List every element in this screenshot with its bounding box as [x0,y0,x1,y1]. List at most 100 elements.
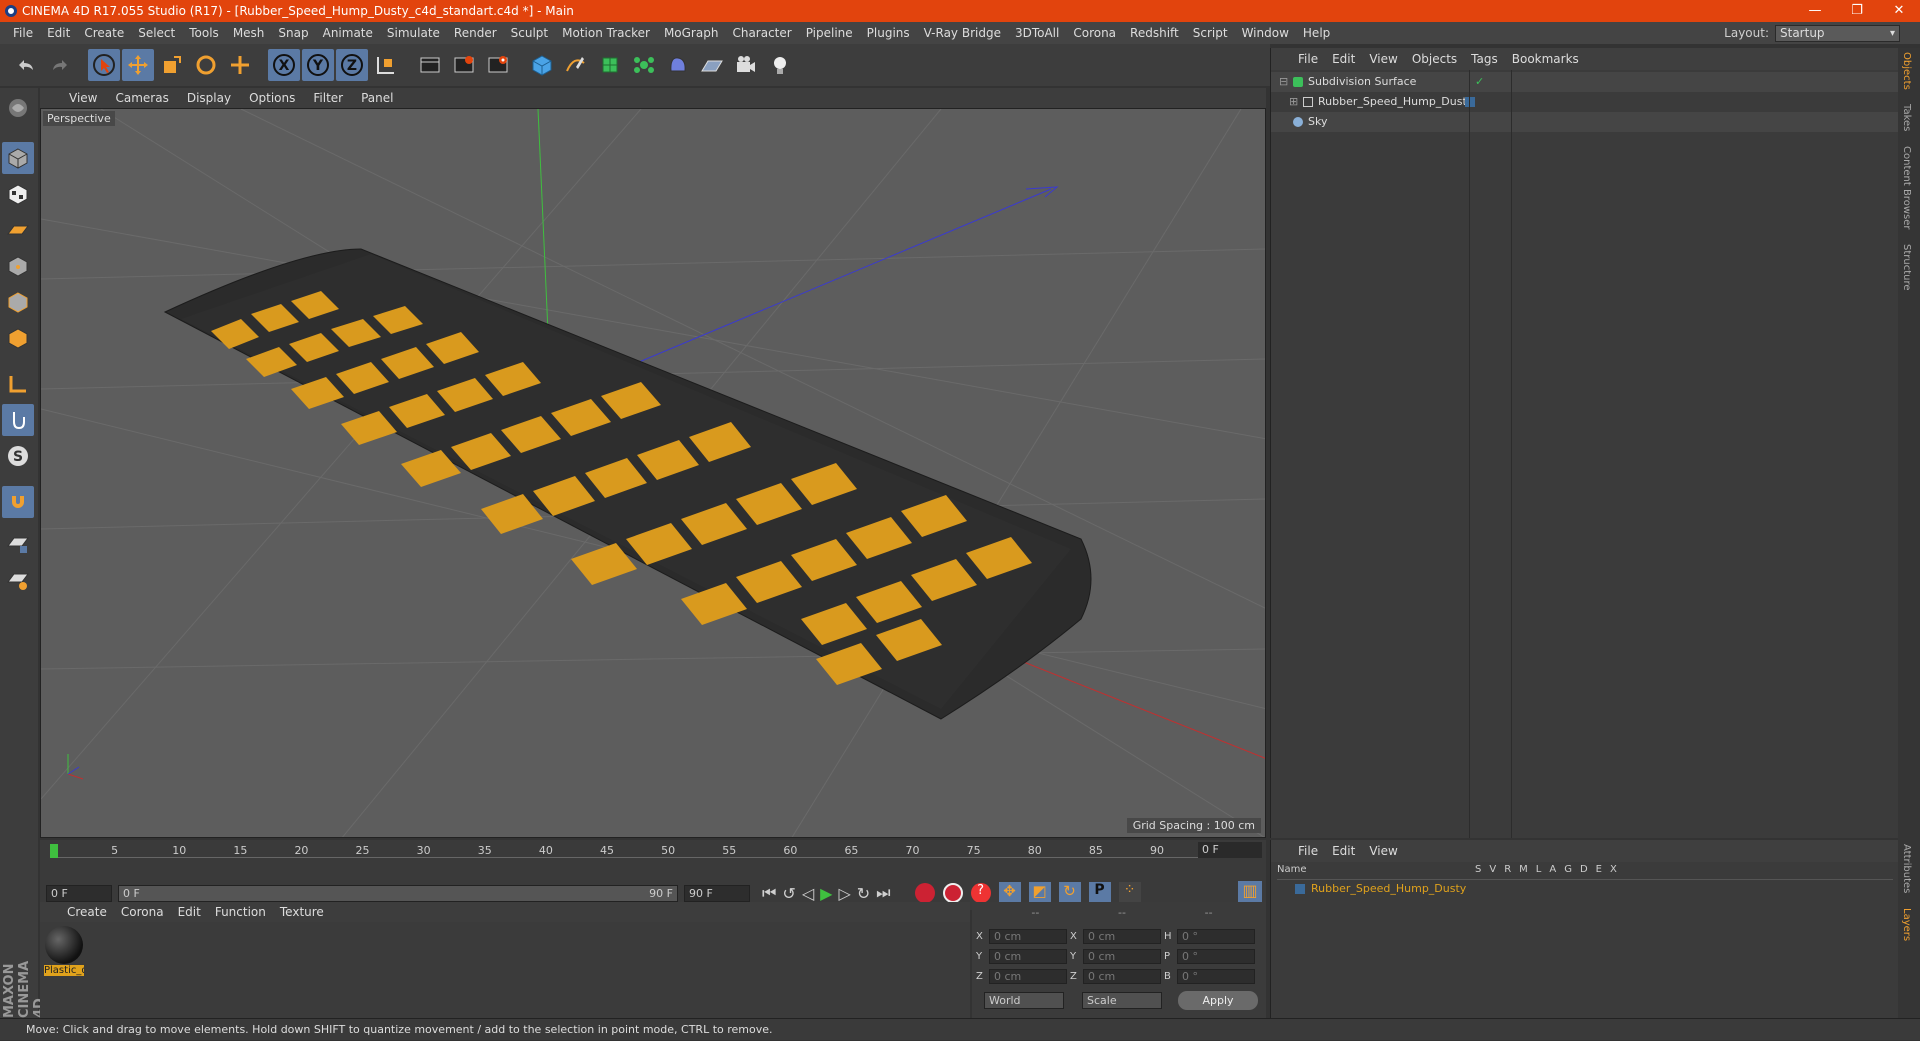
object-menu-bookmarks[interactable]: Bookmarks [1505,52,1586,66]
material-menu-function[interactable]: Function [208,905,273,919]
render-settings-button[interactable] [482,49,514,81]
menu-item-corona[interactable]: Corona [1066,26,1123,40]
tab-takes[interactable]: Takes [1901,104,1912,131]
live-selection-button[interactable] [88,49,120,81]
layer-menu-edit[interactable]: Edit [1325,844,1362,858]
coord-value-field[interactable]: 0 ° [1177,968,1255,984]
material-menu-texture[interactable]: Texture [273,905,331,919]
current-frame-field[interactable]: 0 F [1198,842,1262,858]
layout-dropdown[interactable]: Startup [1775,24,1900,42]
coord-value-field[interactable]: 0 cm [989,928,1067,944]
menu-item-simulate[interactable]: Simulate [380,26,447,40]
key-rotation-icon[interactable]: ↻ [1058,882,1081,904]
viewport-menu-panel[interactable]: Panel [352,91,402,105]
workplane-mode-button[interactable] [2,214,34,246]
minimize-button[interactable]: — [1800,0,1830,22]
tab-content-browser[interactable]: Content Browser [1901,146,1912,229]
redo-button[interactable] [44,49,76,81]
layer-col-s[interactable]: S [1475,864,1481,875]
undo-button[interactable] [10,49,42,81]
coord-value-field[interactable]: 0 cm [1083,948,1161,964]
keyframe-selection-icon[interactable]: ? [970,883,991,903]
model-mode-button[interactable] [2,142,34,174]
material-menu-corona[interactable]: Corona [114,905,171,919]
layer-col-e[interactable]: E [1596,864,1602,875]
key-parameter-icon[interactable]: P [1088,882,1111,904]
snap-button[interactable]: S [2,440,34,472]
rotate-tool-button[interactable] [190,49,222,81]
coord-value-field[interactable]: 0 cm [989,948,1067,964]
record-icon[interactable] [914,883,935,903]
make-editable-button[interactable] [2,92,34,124]
go-to-start-icon[interactable]: ⏮ [762,883,776,903]
layer-col-v[interactable]: V [1489,864,1496,875]
timeline[interactable]: 051015202530354045505560657075808590 0 F [40,840,1266,876]
previous-frame-icon[interactable]: ◁ [802,884,814,903]
object-menu-tags[interactable]: Tags [1464,52,1505,66]
axis-mode-button[interactable] [2,368,34,400]
menu-item-create[interactable]: Create [77,26,131,40]
points-mode-button[interactable] [2,250,34,282]
tab-layers[interactable]: Layers [1901,908,1912,941]
menu-item-tools[interactable]: Tools [182,26,226,40]
camera-button[interactable] [730,49,762,81]
y-axis-lock-button[interactable]: Y [302,49,334,81]
viewport-menu-view[interactable]: View [60,91,106,105]
material-menu-edit[interactable]: Edit [171,905,208,919]
object-menu-objects[interactable]: Objects [1405,52,1464,66]
locked-workplane-button[interactable] [2,528,34,560]
scale-tool-button[interactable] [156,49,188,81]
object-menu-view[interactable]: View [1362,52,1404,66]
viewport-menu-filter[interactable]: Filter [304,91,352,105]
previous-keyframe-icon[interactable]: ↺ [782,884,795,903]
layer-menu-file[interactable]: File [1291,844,1325,858]
menu-item-help[interactable]: Help [1296,26,1337,40]
menu-item-pipeline[interactable]: Pipeline [799,26,860,40]
z-axis-lock-button[interactable]: Z [336,49,368,81]
render-picture-viewer-button[interactable] [448,49,480,81]
layer-col-a[interactable]: A [1549,864,1556,875]
menu-item-select[interactable]: Select [131,26,182,40]
key-position-icon[interactable]: ✥ [998,882,1021,904]
menu-item-plugins[interactable]: Plugins [860,26,917,40]
last-tool-button[interactable] [224,49,256,81]
layer-col-g[interactable]: G [1564,864,1572,875]
menu-item-window[interactable]: Window [1235,26,1296,40]
coord-value-field[interactable]: 0 cm [1083,928,1161,944]
tweak-mode-button[interactable] [2,404,34,436]
coordinate-system-button[interactable] [370,49,402,81]
object-row-hump[interactable]: ⊞ Rubber_Speed_Hump_Dusty [1271,92,1899,112]
move-tool-button[interactable] [122,49,154,81]
menu-item-render[interactable]: Render [447,26,504,40]
viewport-menu-options[interactable]: Options [240,91,304,105]
menu-item-sculpt[interactable]: Sculpt [504,26,555,40]
object-row-sky[interactable]: Sky [1271,112,1899,132]
enabled-check-icon[interactable]: ✓ [1475,72,1484,92]
texture-mode-button[interactable] [2,178,34,210]
menu-item-redshift[interactable]: Redshift [1123,26,1186,40]
coord-scale-dropdown[interactable]: Scale [1082,992,1162,1009]
material-tag-icon[interactable] [1465,97,1475,107]
polygons-mode-button[interactable] [2,322,34,354]
layer-col-r[interactable]: R [1504,864,1511,875]
frame-range-slider[interactable]: 0 F 90 F [118,884,678,902]
menu-item-file[interactable]: File [6,26,40,40]
play-icon[interactable]: ▶ [820,884,832,903]
menu-item-mograph[interactable]: MoGraph [657,26,726,40]
object-menu-file[interactable]: File [1291,52,1325,66]
menu-item-snap[interactable]: Snap [271,26,315,40]
cube-primitive-button[interactable] [526,49,558,81]
maximize-button[interactable]: ❐ [1842,0,1872,22]
material-menu-create[interactable]: Create [60,905,114,919]
tab-attributes[interactable]: Attributes [1901,844,1912,893]
next-keyframe-icon[interactable]: ↻ [857,884,870,903]
menu-item-motion-tracker[interactable]: Motion Tracker [555,26,657,40]
menu-item-3dtoall[interactable]: 3DToAll [1008,26,1066,40]
menu-item-v-ray-bridge[interactable]: V-Ray Bridge [917,26,1008,40]
menu-item-edit[interactable]: Edit [40,26,77,40]
key-pla-icon[interactable]: ⁘ [1118,882,1141,904]
deformer-button[interactable] [662,49,694,81]
end-frame-field[interactable]: 90 F [684,884,750,902]
spline-pen-button[interactable] [560,49,592,81]
viewport-menu-cameras[interactable]: Cameras [106,91,177,105]
